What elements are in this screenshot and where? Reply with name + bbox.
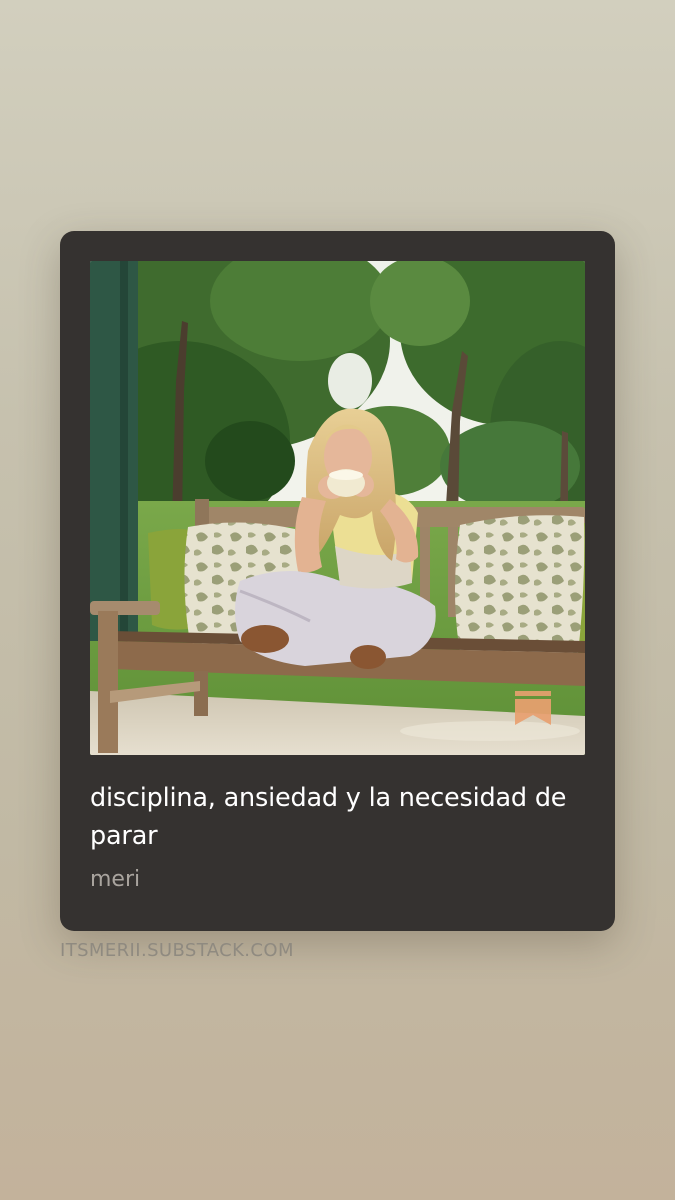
post-author[interactable]: meri <box>90 865 140 895</box>
bookmark-button[interactable] <box>515 691 551 725</box>
post-card[interactable]: disciplina, ansiedad y la necesidad de p… <box>60 231 615 931</box>
cover-photo-woman-on-bench <box>90 261 585 755</box>
post-cover-image[interactable] <box>90 261 585 755</box>
publication-domain[interactable]: ITSMERII.SUBSTACK.COM <box>60 938 294 964</box>
bookmark-icon <box>515 691 551 725</box>
post-title[interactable]: disciplina, ansiedad y la necesidad de p… <box>90 779 590 855</box>
